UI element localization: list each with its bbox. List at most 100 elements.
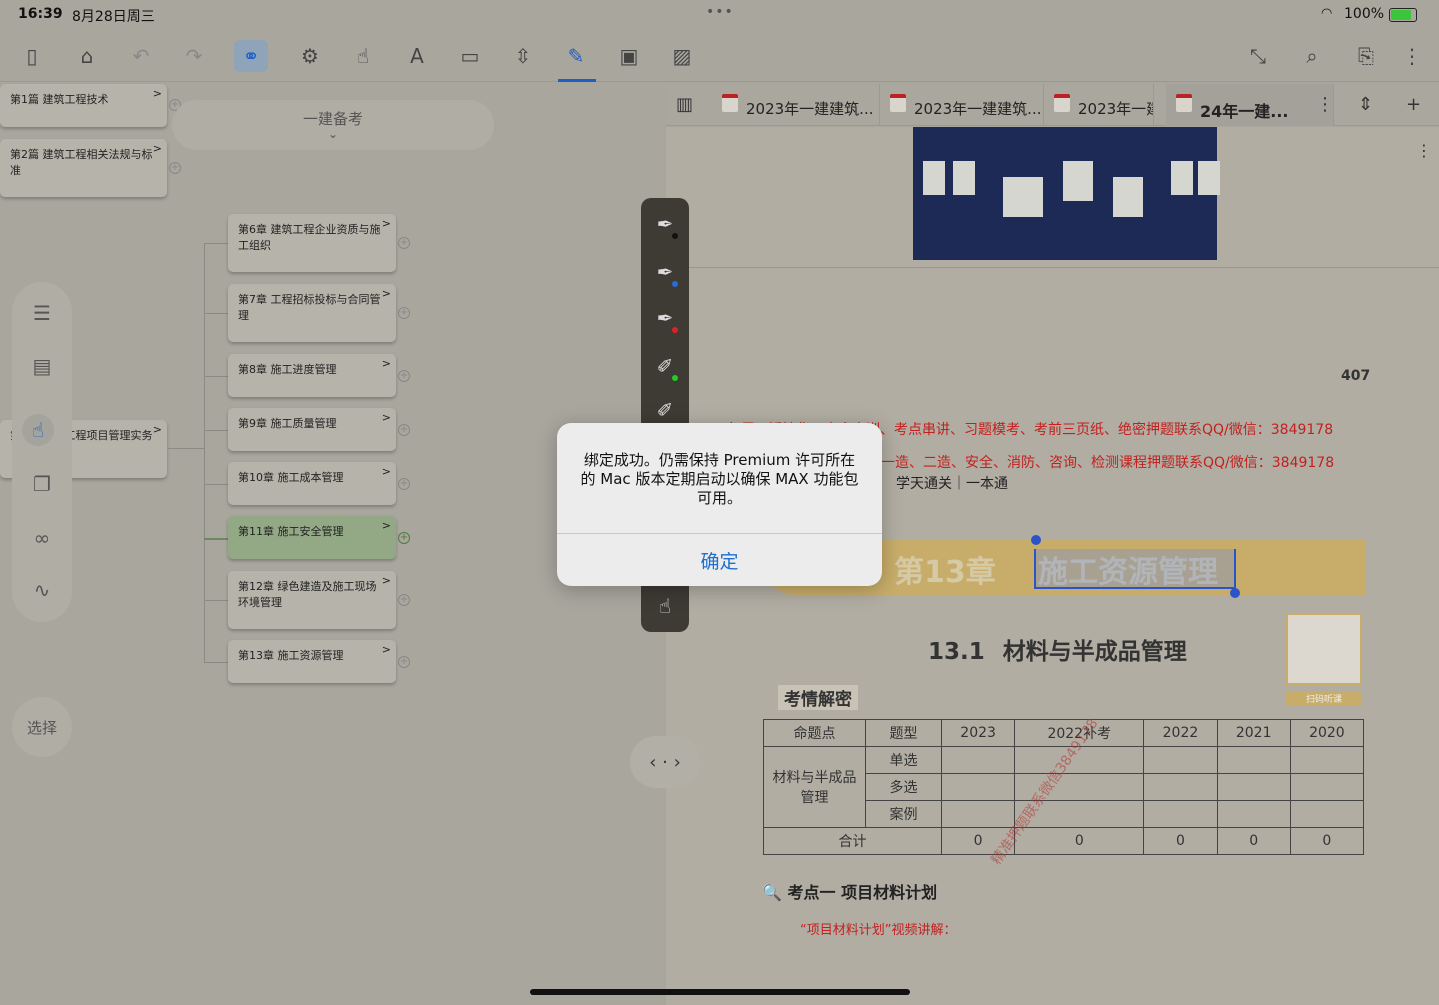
undo-icon[interactable]: ↶: [124, 40, 158, 72]
collapse-icon[interactable]: ⤡: [1241, 40, 1275, 72]
doc-more-icon[interactable]: ⋮: [1416, 141, 1432, 160]
multitask-dots[interactable]: •••: [706, 4, 734, 20]
tab-sort-icon[interactable]: ⇕: [1358, 94, 1373, 115]
split-view-icon[interactable]: ▥: [676, 94, 693, 115]
bookmark-icon[interactable]: ⎘: [1349, 40, 1383, 72]
fountain-pen-icon[interactable]: ✒: [649, 206, 681, 242]
touch-gesture-icon[interactable]: ☝: [649, 588, 681, 624]
table-cell: 案例: [865, 800, 942, 828]
mindmap-root[interactable]: 一建备考 ⌄: [172, 100, 494, 150]
add-node-icon[interactable]: +: [398, 532, 410, 544]
pdf-icon: [722, 94, 738, 112]
page-number: 407: [1341, 368, 1371, 384]
connector: [204, 313, 228, 314]
add-tab-icon[interactable]: +: [1406, 94, 1421, 115]
add-node-icon[interactable]: +: [169, 162, 181, 174]
expand-icon[interactable]: ⇳: [506, 40, 540, 72]
table-header: 2022: [1143, 719, 1218, 747]
add-node-icon[interactable]: +: [398, 237, 410, 249]
search-doc-icon[interactable]: ⌕: [1295, 40, 1329, 72]
magnifier-icon: 🔍: [762, 883, 782, 902]
add-node-icon[interactable]: +: [398, 656, 410, 668]
text-selection[interactable]: [1034, 549, 1236, 589]
mindmap-part-2[interactable]: 第2篇 建筑工程相关法规与标准 >: [0, 139, 167, 197]
video-link[interactable]: “项目材料计划”视频讲解：: [800, 919, 956, 938]
mindmap-chapter-13[interactable]: 第13章 施工资源管理 >: [228, 640, 396, 683]
chevron-right-icon: >: [152, 423, 162, 436]
binding-success-alert: 绑定成功。仍需保持 Premium 许可所在的 Mac 版本定期启动以确保 MA…: [557, 423, 882, 586]
add-node-icon[interactable]: +: [398, 370, 410, 382]
chapter-label: 第11章 施工安全管理: [238, 525, 344, 538]
table-row: 命题点 题型 2023 2022补考 2022 2021 2020: [763, 719, 1365, 747]
status-bar: 16:39 8月28日周三 ••• ◠ 100%: [0, 0, 1439, 28]
tab-label: 2023年一建建筑...: [914, 100, 1042, 118]
selection-handle-start[interactable]: [1031, 535, 1041, 545]
settings-cycle-icon[interactable]: ⚙: [293, 40, 327, 72]
table-cell: 合计: [763, 827, 942, 855]
image-icon[interactable]: ▨: [665, 40, 699, 72]
pen-icon[interactable]: ✎: [559, 40, 593, 72]
pointer-hand-icon[interactable]: ☝: [22, 414, 54, 446]
table-header: 命题点: [763, 719, 866, 747]
mindmap-chapter-11[interactable]: 第11章 施工安全管理 >: [228, 516, 396, 559]
tab-label: 2023年一建: [1078, 100, 1154, 118]
table-cell: 0: [1143, 827, 1218, 855]
chevron-right-icon: >: [152, 142, 162, 155]
textbox-icon[interactable]: ▣: [612, 40, 646, 72]
alert-ok-button[interactable]: 确定: [557, 534, 882, 586]
crop-icon[interactable]: ▭: [453, 40, 487, 72]
tab-doc-4[interactable]: 24年一建...: [1166, 84, 1334, 126]
pdf-icon: [1176, 94, 1192, 112]
mindmap-chapter-12[interactable]: 第12章 绿色建造及施工现场环境管理 >: [228, 571, 396, 629]
add-node-icon[interactable]: +: [398, 307, 410, 319]
redo-icon[interactable]: ↷: [177, 40, 211, 72]
marker-pen-icon[interactable]: ✒: [649, 300, 681, 336]
chapter-label: 第9章 施工质量管理: [238, 417, 337, 430]
add-node-icon[interactable]: +: [398, 594, 410, 606]
chapter-label: 第10章 施工成本管理: [238, 471, 344, 484]
table-cell: 0: [1216, 827, 1291, 855]
pdf-icon: [890, 94, 906, 112]
library-icon[interactable]: ⌂: [70, 40, 104, 72]
chevron-down-icon[interactable]: ⌄: [172, 128, 494, 140]
tab-doc-3[interactable]: 2023年一建: [1044, 84, 1154, 126]
table-header: 题型: [865, 719, 942, 747]
mindmap-chapter-7[interactable]: 第7章 工程招标投标与合同管理 >: [228, 284, 396, 342]
layout-icon[interactable]: ▤: [26, 350, 58, 382]
tab-more-icon[interactable]: ⋮: [1316, 94, 1334, 115]
freehand-icon[interactable]: ∿: [26, 574, 58, 606]
mindmap-chapter-6[interactable]: 第6章 建筑工程企业资质与施工组织 >: [228, 214, 396, 272]
tab-doc-2[interactable]: 2023年一建建筑...: [880, 84, 1044, 126]
chapter-label: 第12章 绿色建造及施工现场环境管理: [238, 580, 377, 609]
qr-label: 扫码听课: [1286, 692, 1362, 706]
home-indicator[interactable]: [530, 989, 910, 995]
select-button[interactable]: 选择: [12, 697, 72, 757]
part-label: 第1篇 建筑工程技术: [10, 93, 109, 106]
mindmap-chapter-10[interactable]: 第10章 施工成本管理 >: [228, 462, 396, 505]
connector: [204, 484, 228, 485]
sidebar-icon[interactable]: ▯: [15, 40, 49, 72]
ad-line-3: 学天通关｜一本通: [896, 476, 1008, 492]
tab-doc-1[interactable]: 2023年一建建筑...: [712, 84, 880, 126]
kaodian-label: 考点一 项目材料计划: [787, 883, 938, 902]
pdf-icon: [1054, 94, 1070, 112]
connector: [204, 662, 228, 663]
link-icon[interactable]: ∞: [26, 522, 58, 554]
copy-icon[interactable]: ❐: [26, 468, 58, 500]
split-resize-handle[interactable]: ‹ · ›: [630, 736, 700, 788]
table-cell: 0: [1014, 827, 1145, 855]
text-underline-icon[interactable]: A: [400, 40, 434, 72]
mindmap-chapter-8[interactable]: 第8章 施工进度管理 >: [228, 354, 396, 397]
add-node-icon[interactable]: +: [398, 478, 410, 490]
highlighter-icon[interactable]: ✐: [649, 348, 681, 384]
more-icon[interactable]: ⋮: [1395, 40, 1429, 72]
selection-handle-end[interactable]: [1230, 588, 1240, 598]
add-node-icon[interactable]: +: [398, 424, 410, 436]
chevron-right-icon: >: [381, 217, 391, 230]
hand-icon[interactable]: ☝: [346, 40, 380, 72]
mindmap-chapter-9[interactable]: 第9章 施工质量管理 >: [228, 408, 396, 451]
mindmap-part-1[interactable]: 第1篇 建筑工程技术 >: [0, 84, 167, 127]
mindmap-icon[interactable]: ⚭: [234, 40, 268, 72]
list-icon[interactable]: ☰: [26, 297, 58, 329]
ballpoint-pen-icon[interactable]: ✒: [649, 254, 681, 290]
